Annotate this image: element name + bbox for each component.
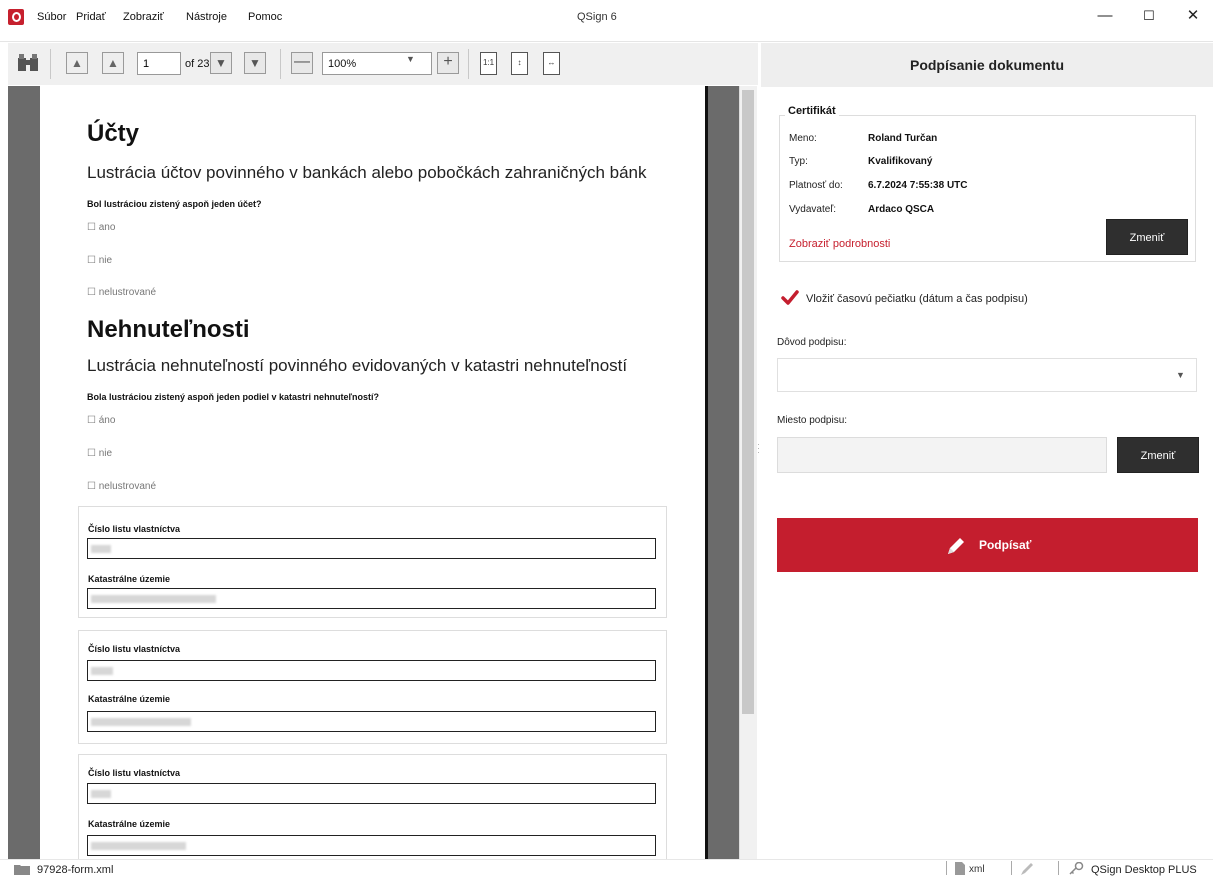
page-count: of 23: [185, 58, 210, 70]
zoom-in-icon[interactable]: +: [437, 52, 459, 74]
menu-nastroje[interactable]: Nástroje: [186, 11, 227, 23]
place-input[interactable]: [777, 437, 1107, 473]
field-lv-value: [87, 538, 656, 559]
cert-name-label: Meno:: [789, 133, 817, 144]
actual-size-icon[interactable]: 1:1: [480, 52, 497, 75]
next-page-icon[interactable]: ▼: [210, 52, 232, 74]
qsign-logo-icon: [8, 9, 24, 25]
cert-issuer-value: Ardaco QSCA: [868, 204, 935, 215]
field-ku-value: [87, 835, 656, 856]
zoom-select[interactable]: 100%: [322, 52, 432, 75]
fit-width-icon[interactable]: ↔: [543, 52, 560, 75]
field-label-ku: Katastrálne územie: [88, 819, 171, 829]
timestamp-label[interactable]: Vložiť časovú pečiatku (dátum a čas podp…: [806, 293, 1028, 305]
option-nie[interactable]: ☐ nie: [87, 448, 112, 459]
key-icon: [1068, 861, 1084, 876]
change-place-button[interactable]: Zmeniť: [1117, 437, 1199, 473]
viewer-toolbar: ▲ ▲ of 23 ▼ ▼ — 100% ▼ + 1:1 ↕ ↔: [8, 43, 758, 85]
panel-title: Podpísanie dokumentu: [761, 43, 1213, 87]
status-filename: 97928-form.xml: [37, 864, 114, 876]
certificate-legend: Certifikát: [785, 105, 839, 117]
field-label-lv: Číslo listu vlastníctva: [88, 644, 181, 654]
previous-page-icon[interactable]: ▲: [102, 52, 124, 74]
option-nelustrovane[interactable]: ☐ nelustrované: [87, 481, 156, 492]
minimize-button[interactable]: —: [1094, 6, 1116, 26]
cert-type-value: Kvalifikovaný: [868, 156, 933, 167]
field-ku-value: [87, 588, 656, 609]
change-certificate-button[interactable]: Zmeniť: [1106, 219, 1188, 255]
question-nehnutelnosti: Bola lustráciou zistený aspoň jeden podi…: [87, 392, 380, 402]
fit-page-icon[interactable]: ↕: [511, 52, 528, 75]
last-page-icon[interactable]: ▼: [244, 52, 266, 74]
cert-type-label: Typ:: [789, 156, 808, 167]
field-label-lv: Číslo listu vlastníctva: [88, 768, 181, 778]
field-lv-value: [87, 783, 656, 804]
field-ku-value: [87, 711, 656, 732]
menu-subor[interactable]: Súbor: [37, 11, 66, 23]
show-details-link[interactable]: Zobraziť podrobnosti: [789, 238, 890, 250]
cert-name-value: Roland Turčan: [868, 133, 938, 144]
option-nie[interactable]: ☐ nie: [87, 255, 112, 266]
reason-select[interactable]: [777, 358, 1197, 392]
cert-valid-value: 6.7.2024 7:55:38 UTC: [868, 180, 968, 191]
zoom-out-icon[interactable]: —: [291, 52, 313, 74]
sign-button-label: Podpísať: [978, 538, 1032, 552]
pen-icon: [1020, 862, 1034, 876]
menu-zobrazit[interactable]: Zobraziť: [123, 11, 164, 23]
reason-label: Dôvod podpisu:: [777, 337, 847, 348]
file-icon: [955, 862, 965, 875]
cert-valid-label: Platnosť do:: [789, 180, 843, 191]
scrollbar-thumb[interactable]: [742, 90, 754, 714]
menu-pridat[interactable]: Pridať: [76, 11, 106, 23]
cert-issuer-label: Vydavateľ:: [789, 204, 837, 215]
close-button[interactable]: ✕: [1182, 6, 1204, 26]
status-product: QSign Desktop PLUS: [1091, 864, 1197, 876]
folder-icon: [14, 864, 30, 875]
chevron-down-icon[interactable]: ▼: [1176, 370, 1185, 380]
binoculars-icon[interactable]: [16, 52, 42, 74]
section-title-ucty: Účty: [87, 120, 140, 147]
maximize-button[interactable]: ☐: [1138, 6, 1160, 26]
option-ano[interactable]: ☐ ano: [87, 222, 115, 233]
section-subtitle-ucty: Lustrácia účtov povinného v bankách aleb…: [87, 163, 647, 182]
status-format: xml: [969, 864, 985, 875]
section-subtitle-nehnutelnosti: Lustrácia nehnuteľností povinného evidov…: [87, 356, 628, 375]
field-label-ku: Katastrálne územie: [88, 694, 171, 704]
option-nelustrovane[interactable]: ☐ nelustrované: [87, 287, 156, 298]
field-lv-value: [87, 660, 656, 681]
chevron-down-icon[interactable]: ▼: [406, 54, 415, 64]
sign-button[interactable]: Podpísať: [777, 518, 1198, 572]
question-ucty: Bol lustráciou zistený aspoň jeden účet?: [87, 199, 262, 209]
option-ano[interactable]: ☐ áno: [87, 415, 115, 426]
page-number-input[interactable]: [137, 52, 181, 75]
field-label-ku: Katastrálne územie: [88, 574, 171, 584]
field-label-lv: Číslo listu vlastníctva: [88, 524, 181, 534]
first-page-icon[interactable]: ▲: [66, 52, 88, 74]
panel-splitter[interactable]: [757, 86, 761, 859]
menu-pomoc[interactable]: Pomoc: [248, 11, 282, 23]
section-title-nehnutelnosti: Nehnuteľnosti: [87, 316, 250, 343]
timestamp-checkbox[interactable]: [781, 290, 799, 306]
pen-icon: [947, 537, 964, 554]
place-label: Miesto podpisu:: [777, 415, 848, 426]
window-title: QSign 6: [577, 11, 617, 23]
